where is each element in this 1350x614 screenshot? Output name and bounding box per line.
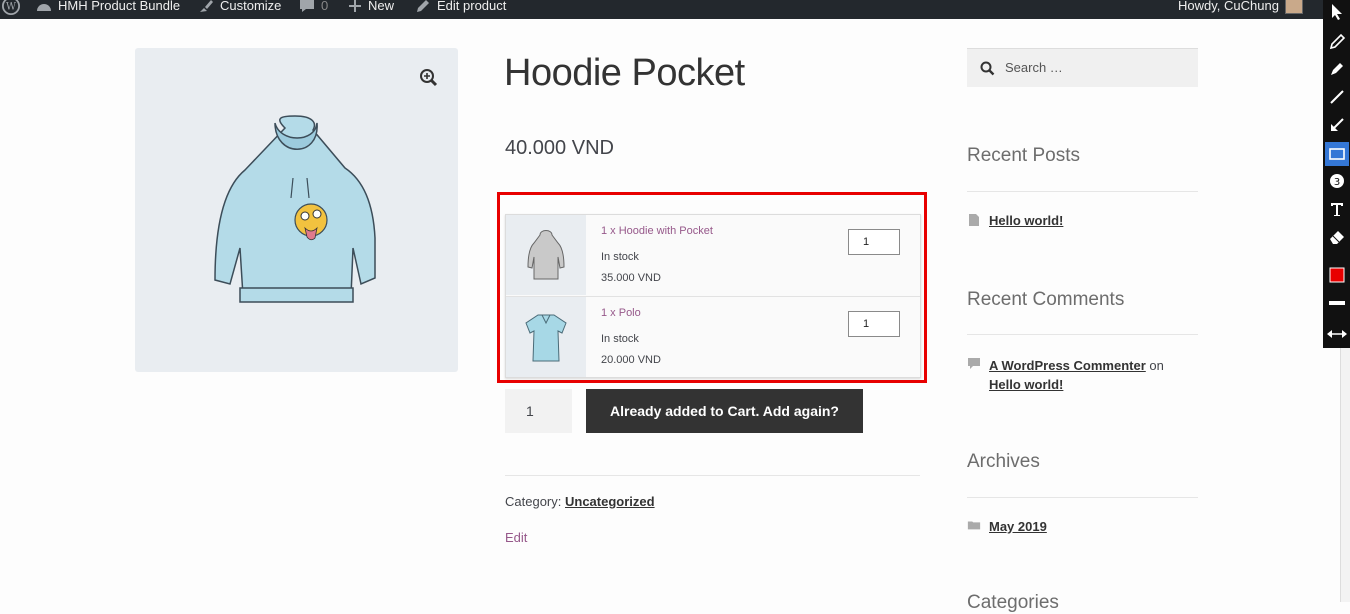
hoodie-thumbnail-icon	[527, 230, 565, 280]
categories-title: Categories	[967, 592, 1059, 613]
comments-link[interactable]: 0	[299, 0, 328, 15]
svg-text:W: W	[6, 1, 17, 12]
bundle-item-stock: In stock	[601, 251, 639, 263]
product-image[interactable]	[135, 48, 458, 372]
number-stamp-tool-icon[interactable]: 3	[1325, 169, 1349, 193]
arrow-tool-icon[interactable]	[1325, 113, 1349, 137]
recent-post-item: Hello world!	[967, 213, 1063, 228]
wordpress-logo-icon[interactable]: W	[2, 0, 20, 15]
add-to-cart-button[interactable]: Already added to Cart. Add again?	[586, 389, 863, 433]
bundle-item-name[interactable]: 1 x Polo	[601, 307, 641, 319]
rectangle-tool-icon[interactable]	[1325, 142, 1349, 166]
bundle-item-price: 20.000 VND	[601, 354, 661, 366]
recent-comment-item: A WordPress Commenter on Hello world!	[967, 356, 1198, 394]
comment-post-link[interactable]: Hello world!	[989, 377, 1063, 392]
archive-link[interactable]: May 2019	[989, 519, 1047, 534]
recent-post-link[interactable]: Hello world!	[989, 213, 1063, 228]
comment-icon	[300, 0, 314, 12]
user-account-menu[interactable]: Howdy, CuChung	[1178, 0, 1303, 15]
bundle-item-quantity-input[interactable]	[848, 229, 900, 255]
recent-posts-title: Recent Posts	[967, 145, 1080, 166]
svg-text:3: 3	[1334, 177, 1340, 188]
howdy-label: Howdy, CuChung	[1178, 0, 1279, 13]
annotation-toolbar: 3	[1323, 0, 1350, 348]
stroke-width-icon[interactable]	[1325, 291, 1349, 315]
search-form	[967, 48, 1198, 87]
cursor-tool-icon[interactable]	[1325, 0, 1349, 24]
comment-author-link[interactable]: A WordPress Commenter	[989, 358, 1146, 373]
category-link[interactable]: Uncategorized	[565, 494, 655, 509]
bundle-item-row: 1 x Polo In stock 20.000 VND	[506, 296, 920, 377]
divider	[967, 191, 1198, 192]
line-tool-icon[interactable]	[1325, 85, 1349, 109]
edit-product-link[interactable]: Edit product	[415, 0, 506, 15]
quantity-input[interactable]	[505, 389, 572, 433]
eraser-tool-icon[interactable]	[1325, 225, 1349, 249]
search-icon	[980, 61, 995, 76]
comment-on-label: on	[1149, 358, 1164, 373]
customize-label: Customize	[220, 0, 282, 13]
avatar	[1284, 0, 1303, 14]
divider	[967, 334, 1198, 335]
site-name: HMH Product Bundle	[58, 0, 181, 13]
search-input[interactable]	[1003, 59, 1187, 76]
new-link[interactable]: New	[348, 0, 394, 15]
bundle-items-table: 1 x Hoodie with Pocket In stock 35.000 V…	[505, 214, 921, 378]
archive-item: May 2019	[967, 519, 1047, 534]
edit-link[interactable]: Edit	[505, 530, 527, 545]
product-category: Category: Uncategorized	[505, 494, 655, 509]
edit-product-label: Edit product	[437, 0, 507, 13]
marker-tool-icon[interactable]	[1325, 57, 1349, 81]
document-icon	[969, 214, 979, 226]
comment-icon	[968, 358, 980, 369]
bundle-item-name[interactable]: 1 x Hoodie with Pocket	[601, 225, 713, 237]
bundle-item-stock: In stock	[601, 333, 639, 345]
product-price: 40.000 VND	[505, 137, 614, 159]
color-picker-icon[interactable]	[1325, 263, 1349, 287]
site-name-link[interactable]: HMH Product Bundle	[36, 0, 180, 15]
hoodie-image	[214, 115, 376, 303]
bundle-item-price: 35.000 VND	[601, 272, 661, 284]
bundle-item-row: 1 x Hoodie with Pocket In stock 35.000 V…	[506, 215, 920, 295]
new-label: New	[368, 0, 395, 13]
plus-icon	[349, 0, 361, 12]
customize-link[interactable]: Customize	[198, 0, 281, 15]
text-tool-icon[interactable]	[1325, 197, 1349, 221]
bundle-item-thumbnail[interactable]	[506, 297, 586, 377]
bundle-item-quantity-input[interactable]	[848, 311, 900, 337]
divider	[967, 497, 1198, 498]
divider	[505, 475, 920, 476]
polo-thumbnail-icon	[525, 314, 567, 362]
folder-icon	[967, 521, 981, 530]
admin-bar: W HMH Product Bundle Customize 0 New Edi…	[0, 0, 1350, 19]
comments-count: 0	[321, 0, 329, 13]
dashboard-icon	[37, 3, 51, 11]
category-label: Category:	[505, 494, 562, 509]
expand-toolbar-icon[interactable]	[1325, 322, 1349, 346]
recent-comments-title: Recent Comments	[967, 289, 1125, 310]
bundle-item-thumbnail[interactable]	[506, 215, 586, 295]
pencil-tool-icon[interactable]	[1325, 30, 1349, 54]
brush-icon	[200, 0, 213, 12]
zoom-icon[interactable]	[418, 67, 440, 89]
pencil-icon	[417, 0, 429, 12]
product-title: Hoodie Pocket	[504, 52, 745, 94]
archives-title: Archives	[967, 451, 1040, 472]
